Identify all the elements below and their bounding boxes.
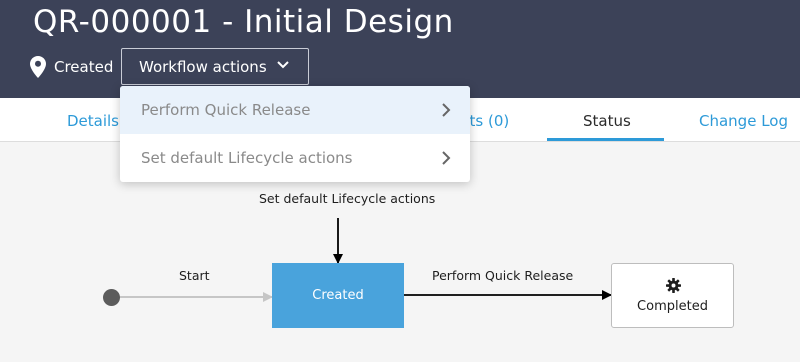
chevron-right-icon xyxy=(442,103,451,117)
menu-item-label: Perform Quick Release xyxy=(141,101,311,119)
start-label: Start xyxy=(179,268,210,283)
menu-item-set-default-lifecycle-actions[interactable]: Set default Lifecycle actions xyxy=(120,134,470,182)
top-action-label: Set default Lifecycle actions xyxy=(259,191,436,206)
gear-icon xyxy=(666,278,681,293)
state-node-completed[interactable]: Completed xyxy=(611,263,734,328)
state-node-created-label: Created xyxy=(312,288,364,303)
menu-item-label: Set default Lifecycle actions xyxy=(141,149,353,167)
state-node-completed-label: Completed xyxy=(637,299,708,314)
chevron-right-icon xyxy=(442,151,451,165)
transition-label[interactable]: Perform Quick Release xyxy=(432,268,573,283)
workflow-actions-menu: Perform Quick Release Set default Lifecy… xyxy=(120,86,470,182)
state-node-created[interactable]: Created xyxy=(272,263,404,328)
start-node xyxy=(103,289,120,306)
menu-item-perform-quick-release[interactable]: Perform Quick Release xyxy=(120,86,470,134)
